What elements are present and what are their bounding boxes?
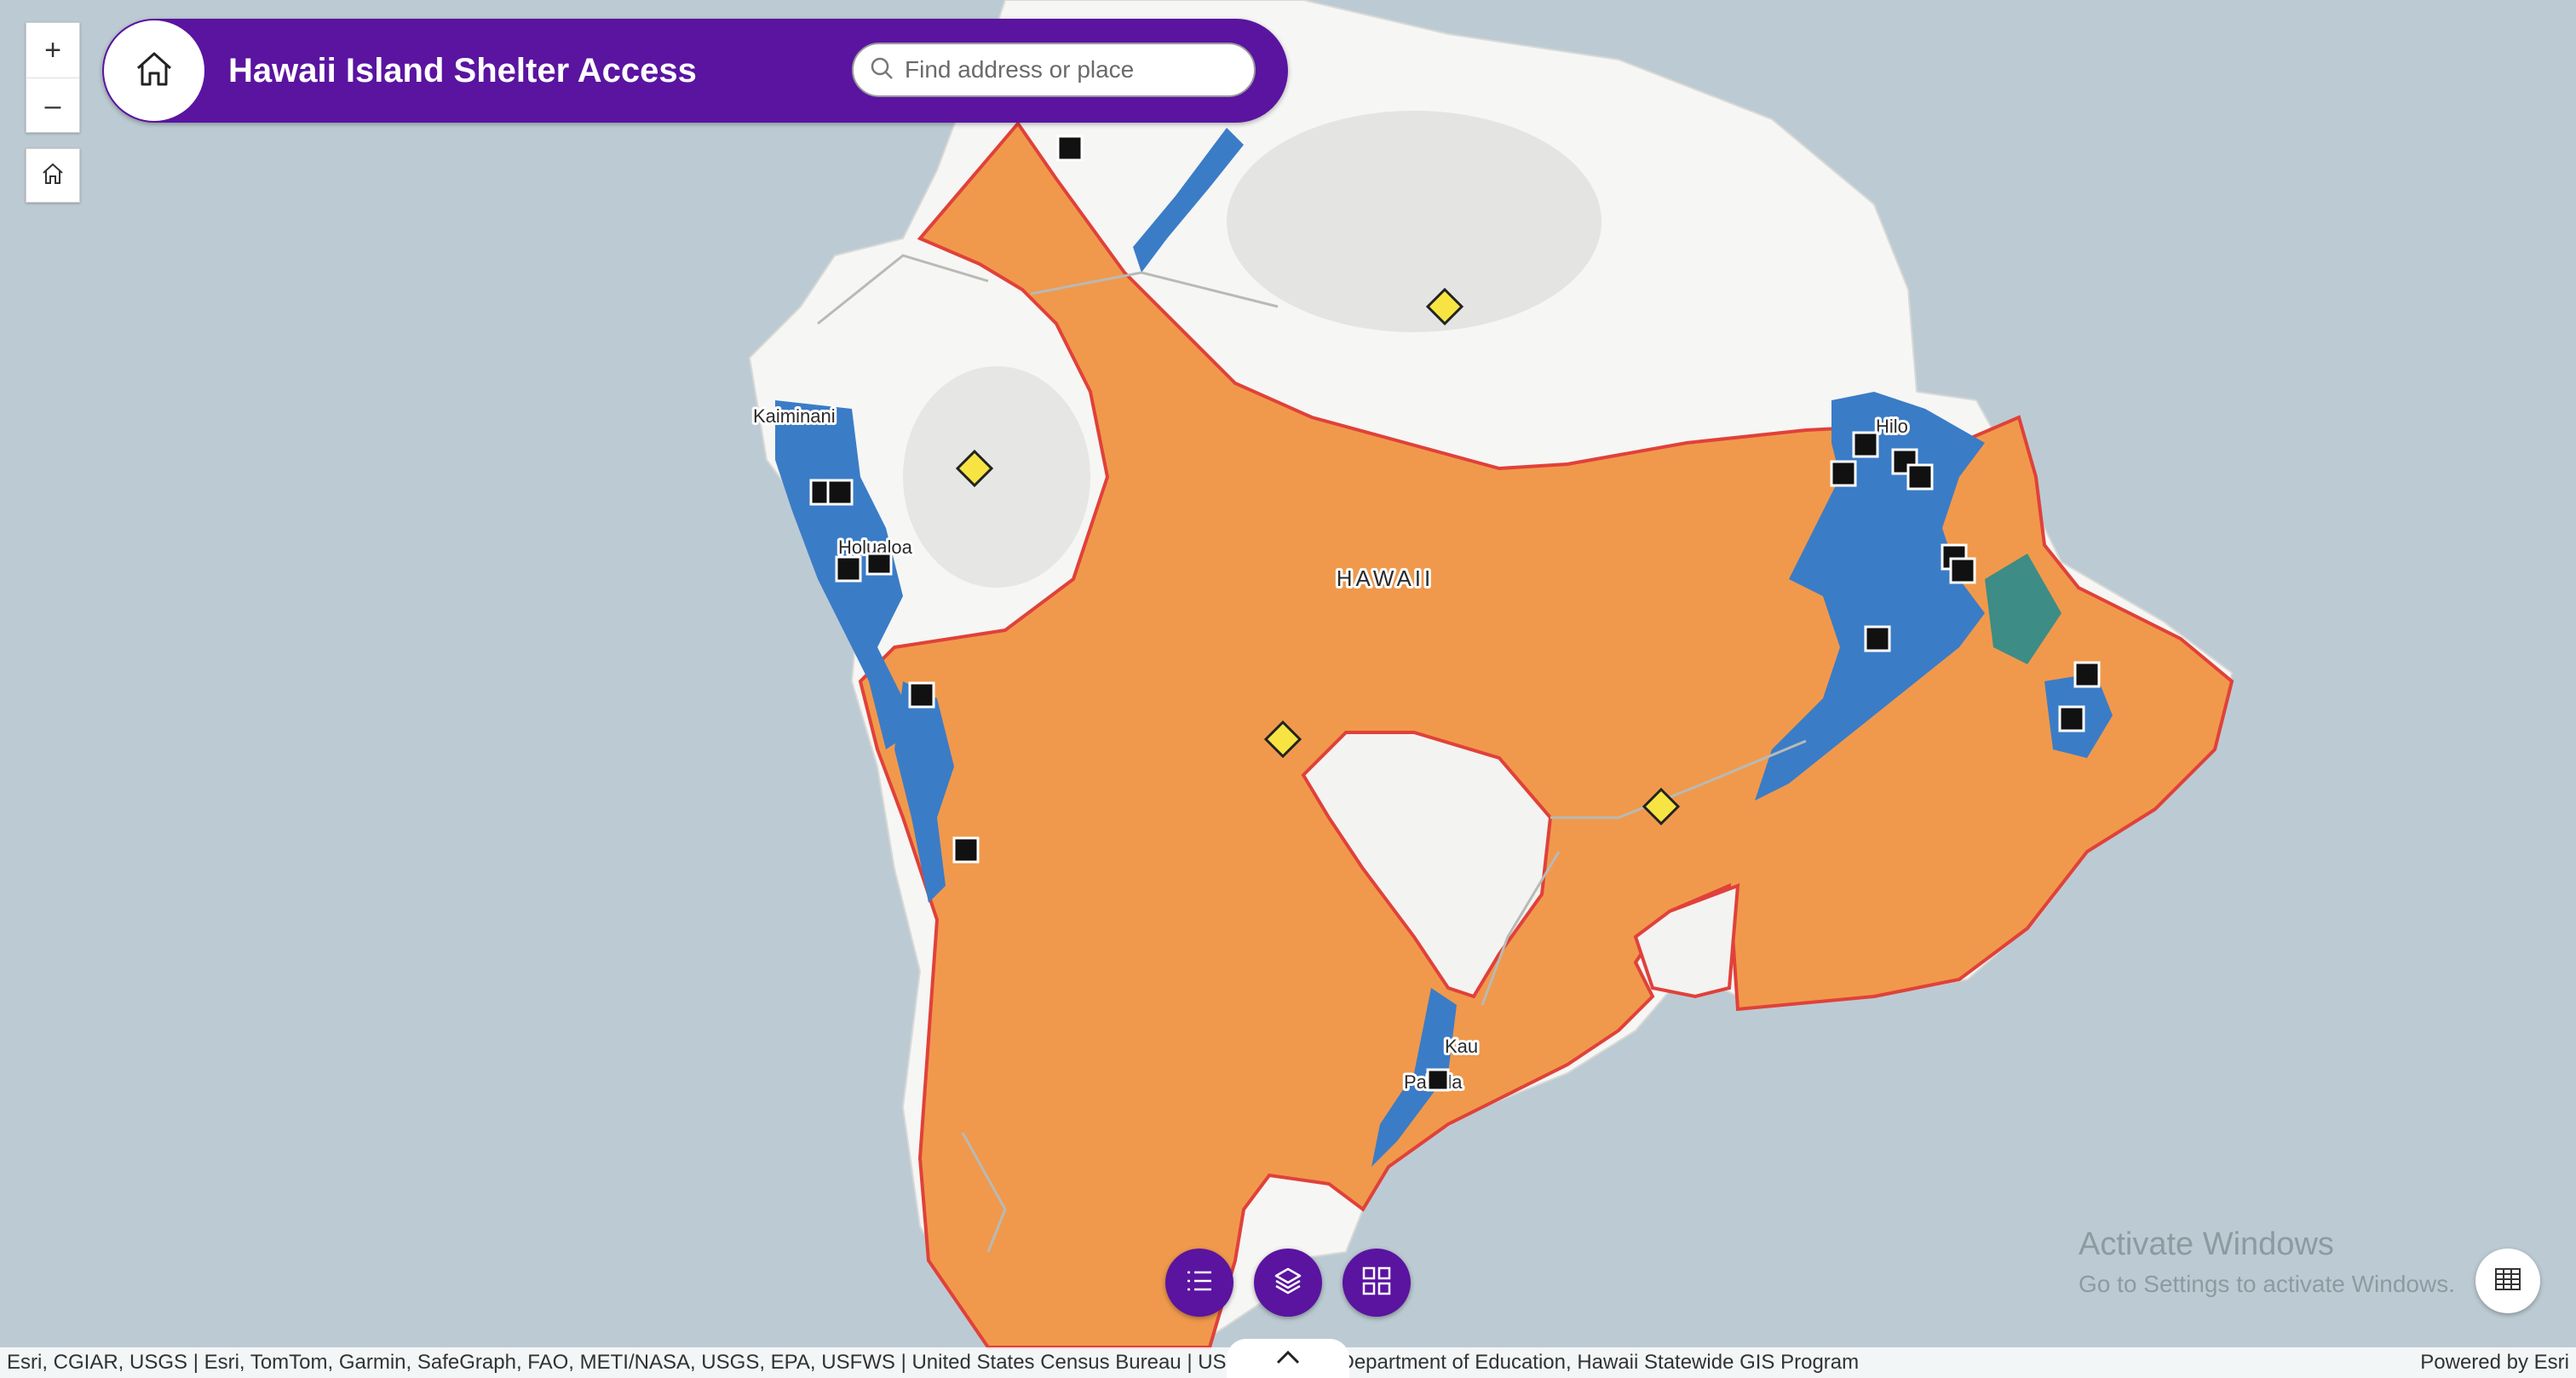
- home-icon: [133, 48, 175, 95]
- activation-watermark-subtitle: Go to Settings to activate Windows.: [2079, 1271, 2455, 1297]
- attribution-text[interactable]: Esri, CGIAR, USGS | Esri, TomTom, Garmin…: [7, 1347, 1859, 1378]
- label-island: HAWAII: [1337, 566, 1435, 591]
- search-input[interactable]: [903, 55, 1230, 84]
- square-marker[interactable]: [1426, 1068, 1450, 1092]
- app-header: Hawaii Island Shelter Access: [102, 19, 1288, 123]
- default-extent-button[interactable]: [26, 148, 80, 203]
- list-icon: [1184, 1266, 1215, 1300]
- layers-button[interactable]: [1254, 1249, 1322, 1317]
- square-marker[interactable]: [1864, 625, 1891, 652]
- expand-panel-button[interactable]: [1227, 1339, 1349, 1378]
- square-marker[interactable]: [1906, 463, 1934, 491]
- map-view[interactable]: HAWAII Kaiminani Holualoa Hilo Kau Pahal…: [0, 0, 2576, 1378]
- search-icon: [869, 55, 894, 85]
- activation-watermark-title: Activate Windows: [2079, 1226, 2334, 1262]
- basemap-gallery-button[interactable]: [1343, 1249, 1411, 1317]
- square-marker[interactable]: [835, 555, 862, 583]
- square-marker[interactable]: [2058, 705, 2085, 732]
- powered-by-link[interactable]: Powered by Esri: [2420, 1347, 2569, 1378]
- zoom-in-button[interactable]: +: [26, 23, 79, 78]
- zoom-controls: + –: [26, 22, 80, 133]
- header-home-button[interactable]: [104, 20, 204, 121]
- layers-icon: [1271, 1264, 1305, 1302]
- label-hilo: Hilo: [1876, 416, 1908, 437]
- square-marker[interactable]: [1830, 460, 1857, 487]
- search-box[interactable]: [852, 43, 1256, 97]
- zoom-out-button[interactable]: –: [26, 78, 79, 133]
- square-marker[interactable]: [952, 836, 980, 864]
- app-title: Hawaii Island Shelter Access: [228, 52, 697, 89]
- square-marker[interactable]: [826, 479, 854, 506]
- home-icon: [40, 161, 66, 191]
- square-marker[interactable]: [865, 552, 893, 576]
- square-marker[interactable]: [1056, 135, 1084, 162]
- mountain-shade: [903, 366, 1090, 588]
- mountain-shade: [1227, 111, 1601, 332]
- square-marker[interactable]: [1949, 557, 1976, 584]
- square-marker[interactable]: [2073, 661, 2101, 688]
- grid-icon: [1360, 1265, 1393, 1301]
- label-kaiminani: Kaiminani: [753, 405, 836, 427]
- legend-list-button[interactable]: [1165, 1249, 1233, 1317]
- square-marker[interactable]: [908, 681, 935, 709]
- table-icon: [2493, 1264, 2523, 1299]
- label-kau: Kau: [1445, 1036, 1478, 1057]
- chevron-up-icon: [1273, 1347, 1303, 1370]
- attribute-table-button[interactable]: [2475, 1249, 2540, 1313]
- square-marker[interactable]: [1852, 431, 1879, 458]
